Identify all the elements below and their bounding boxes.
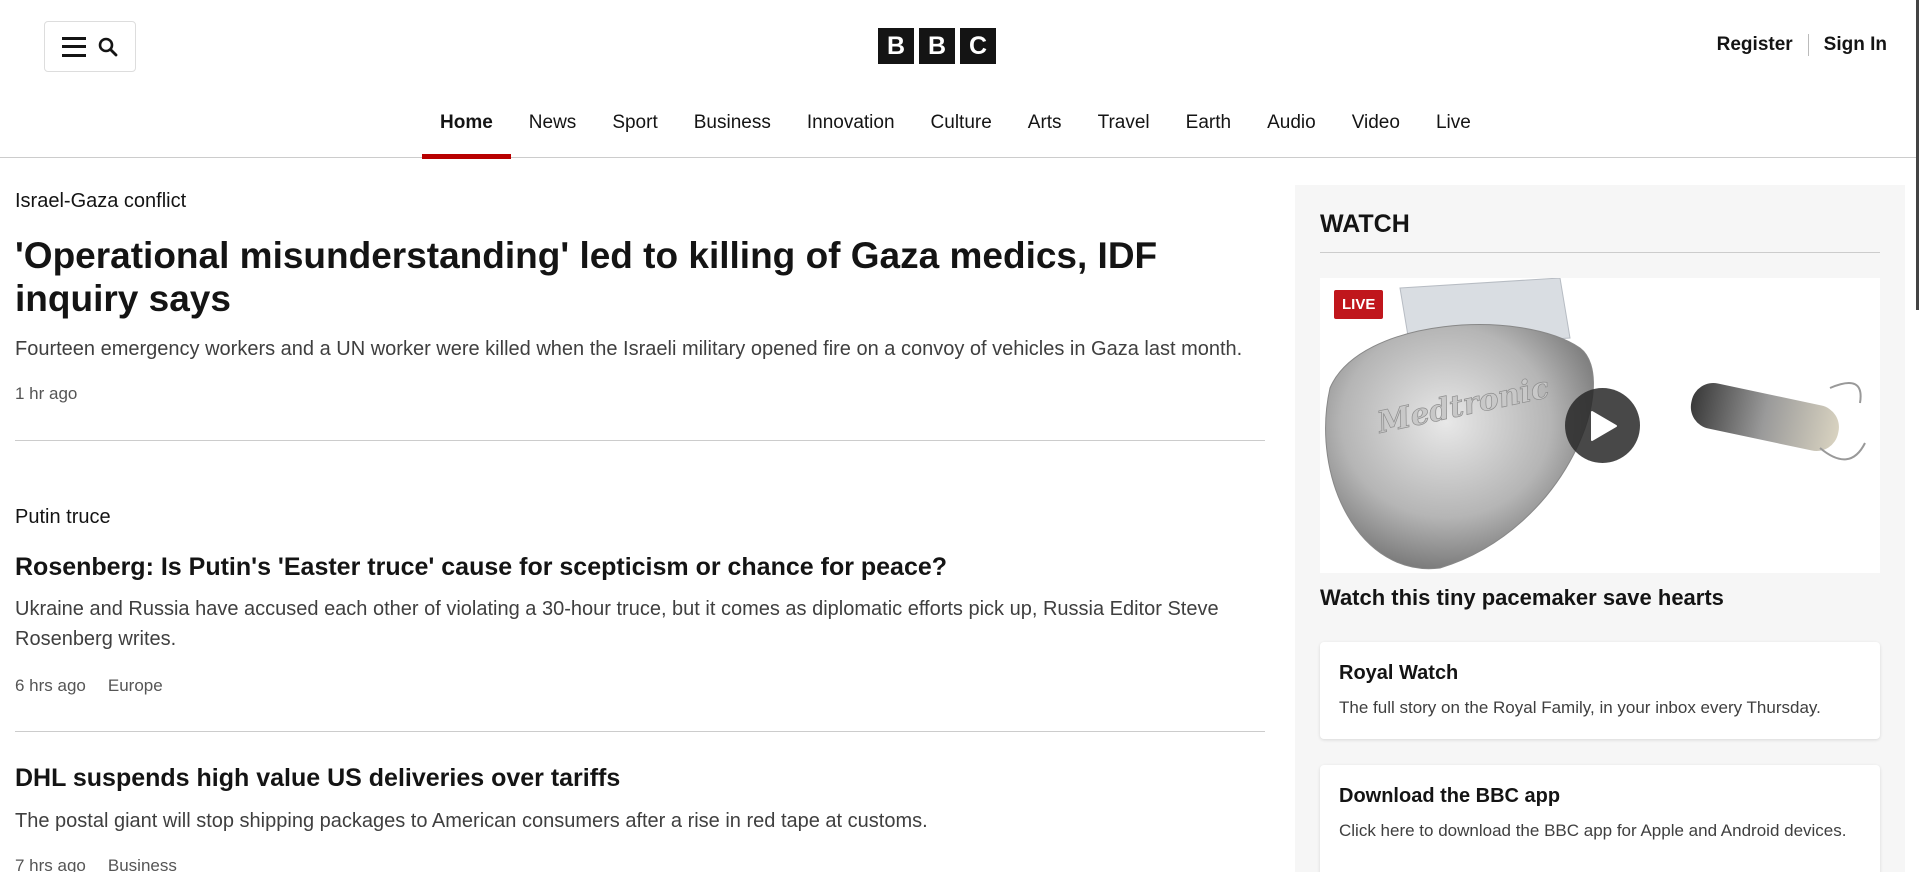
story-category[interactable]: Israel-Gaza conflict <box>15 190 186 213</box>
bbc-logo[interactable]: B B C <box>878 28 996 64</box>
watch-heading: WATCH <box>1320 210 1410 238</box>
signin-link[interactable]: Sign In <box>1824 34 1887 56</box>
nav-arts[interactable]: Arts <box>1010 100 1080 158</box>
watch-sidebar: WATCH Medtronic LIVE Watch this tiny pac… <box>1295 185 1905 872</box>
card-text: The full story on the Royal Family, in y… <box>1339 698 1821 717</box>
nav-culture[interactable]: Culture <box>913 100 1010 158</box>
main-nav: Home News Sport Business Innovation Cult… <box>422 100 1489 159</box>
nav-news[interactable]: News <box>511 100 595 158</box>
story-section[interactable]: Business <box>108 856 177 872</box>
story-divider <box>15 440 1265 441</box>
story-category[interactable]: Putin truce <box>15 506 111 529</box>
story-time: 7 hrs ago <box>15 856 86 872</box>
story-summary: Fourteen emergency workers and a UN work… <box>15 338 1243 360</box>
story-summary: Ukraine and Russia have accused each oth… <box>15 598 1219 650</box>
nav-video[interactable]: Video <box>1334 100 1418 158</box>
story-headline[interactable]: 'Operational misunderstanding' led to ki… <box>15 234 1265 320</box>
card-text: Click here to download the BBC app for A… <box>1339 821 1847 840</box>
story-summary: The postal giant will stop shipping pack… <box>15 810 928 832</box>
nav-business[interactable]: Business <box>676 100 789 158</box>
live-badge: LIVE <box>1334 290 1384 319</box>
nav-live[interactable]: Live <box>1418 100 1489 158</box>
play-icon[interactable] <box>1565 388 1640 463</box>
story-time: 1 hr ago <box>15 384 78 403</box>
story-meta: 7 hrs ago Business <box>15 856 177 872</box>
menu-icon[interactable] <box>62 36 86 57</box>
account-links: Register Sign In <box>1717 34 1887 56</box>
card-title[interactable]: Royal Watch <box>1339 662 1861 685</box>
card-title[interactable]: Download the BBC app <box>1339 785 1861 808</box>
story-headline[interactable]: Rosenberg: Is Putin's 'Easter truce' cau… <box>15 552 1265 582</box>
logo-letter: B <box>878 28 914 64</box>
nav-home[interactable]: Home <box>422 100 511 159</box>
video-thumbnail[interactable]: Medtronic LIVE <box>1320 278 1880 573</box>
story-meta: 6 hrs ago Europe <box>15 676 163 696</box>
story-section[interactable]: Europe <box>108 676 163 696</box>
nav-earth[interactable]: Earth <box>1168 100 1249 158</box>
promo-card[interactable]: Royal Watch The full story on the Royal … <box>1320 642 1880 739</box>
promo-card[interactable]: Download the BBC app Click here to downl… <box>1320 765 1880 872</box>
story-time: 6 hrs ago <box>15 676 86 695</box>
story-headline[interactable]: DHL suspends high value US deliveries ov… <box>15 763 1265 793</box>
video-title[interactable]: Watch this tiny pacemaker save hearts <box>1320 585 1724 611</box>
story-meta: 1 hr ago <box>15 384 77 404</box>
nav-sport[interactable]: Sport <box>594 100 675 158</box>
account-divider <box>1807 34 1809 56</box>
story-divider <box>15 731 1265 732</box>
logo-letter: C <box>960 28 996 64</box>
watch-divider <box>1320 252 1880 253</box>
logo-letter: B <box>919 28 955 64</box>
register-link[interactable]: Register <box>1717 34 1793 56</box>
site-header: B B C Register Sign In Home News Sport B… <box>0 0 1919 159</box>
nav-travel[interactable]: Travel <box>1080 100 1168 158</box>
search-icon[interactable] <box>98 37 118 57</box>
nav-innovation[interactable]: Innovation <box>789 100 913 158</box>
nav-audio[interactable]: Audio <box>1249 100 1334 158</box>
menu-search-box <box>44 21 136 72</box>
